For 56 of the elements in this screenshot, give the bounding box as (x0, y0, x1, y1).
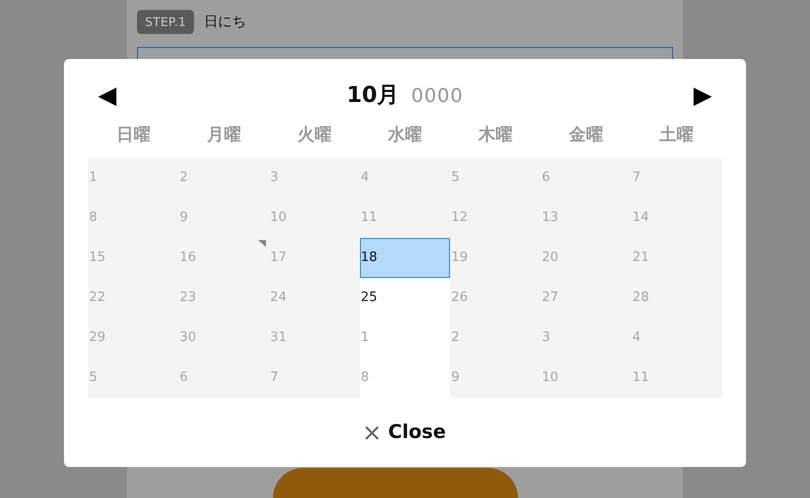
day-cell: 30 (178, 318, 270, 358)
month-title: 10月 (346, 82, 400, 110)
day-cell: 4 (360, 158, 450, 198)
day-cell: 26 (450, 278, 541, 318)
day-cell: 17 (269, 238, 360, 278)
day-cell: 1 (88, 158, 179, 198)
day-cell: 6 (540, 158, 632, 198)
day-cell: 13 (540, 198, 632, 238)
submit-button[interactable] (272, 468, 518, 498)
day-cell: 23 (178, 278, 270, 318)
day-cell: 15 (88, 238, 179, 278)
day-cell: 11 (631, 358, 722, 398)
day-cell: 7 (631, 158, 722, 198)
year-label: 0000 (411, 84, 464, 108)
day-cell: 6 (178, 358, 270, 398)
day-cell: 2 (178, 158, 270, 198)
weekday-header: 日曜 (115, 124, 152, 147)
day-cell: 8 (88, 198, 179, 238)
previous-month-button[interactable]: ◀ (98, 83, 116, 107)
step-badge: STEP.1 (137, 10, 194, 34)
day-cell: 27 (540, 278, 632, 318)
day-cell: 24 (269, 278, 360, 318)
day-cell: 31 (269, 318, 360, 358)
day-cell: 28 (631, 278, 722, 318)
weekday-header: 土曜 (658, 124, 695, 147)
day-cell: 21 (631, 238, 722, 278)
day-cell: 5 (88, 358, 179, 398)
weekday-header: 水曜 (386, 124, 423, 147)
day-cell: 10 (269, 198, 360, 238)
weekday-header: 木曜 (477, 124, 514, 147)
day-cell[interactable]: 18 (360, 238, 450, 278)
close-icon (364, 424, 380, 440)
weekday-header: 金曜 (568, 124, 604, 147)
day-cell: 7 (269, 358, 360, 398)
day-cell: 16 (178, 238, 270, 278)
day-cell: 20 (540, 238, 632, 278)
weekday-header: 月曜 (206, 124, 242, 147)
day-cell: 4 (631, 318, 722, 358)
close-button[interactable]: Close (364, 418, 446, 447)
day-cell: 14 (631, 198, 722, 238)
day-cell: 19 (450, 238, 541, 278)
day-cell: 12 (450, 198, 541, 238)
day-cell: 11 (360, 198, 450, 238)
day-cell: 10 (540, 358, 632, 398)
day-cell: 5 (450, 158, 541, 198)
next-month-button[interactable]: ▶ (694, 83, 712, 107)
day-cell: 29 (88, 318, 179, 358)
day-cell[interactable]: 25 (360, 278, 450, 318)
weekday-header: 火曜 (296, 124, 332, 147)
day-cell: 22 (88, 278, 179, 318)
day-cell: 9 (450, 358, 541, 398)
day-cell: 9 (178, 198, 270, 238)
day-cell: 3 (540, 318, 632, 358)
day-cell: 2 (450, 318, 541, 358)
day-cell: 3 (269, 158, 360, 198)
step-label: 日にち (204, 12, 246, 32)
